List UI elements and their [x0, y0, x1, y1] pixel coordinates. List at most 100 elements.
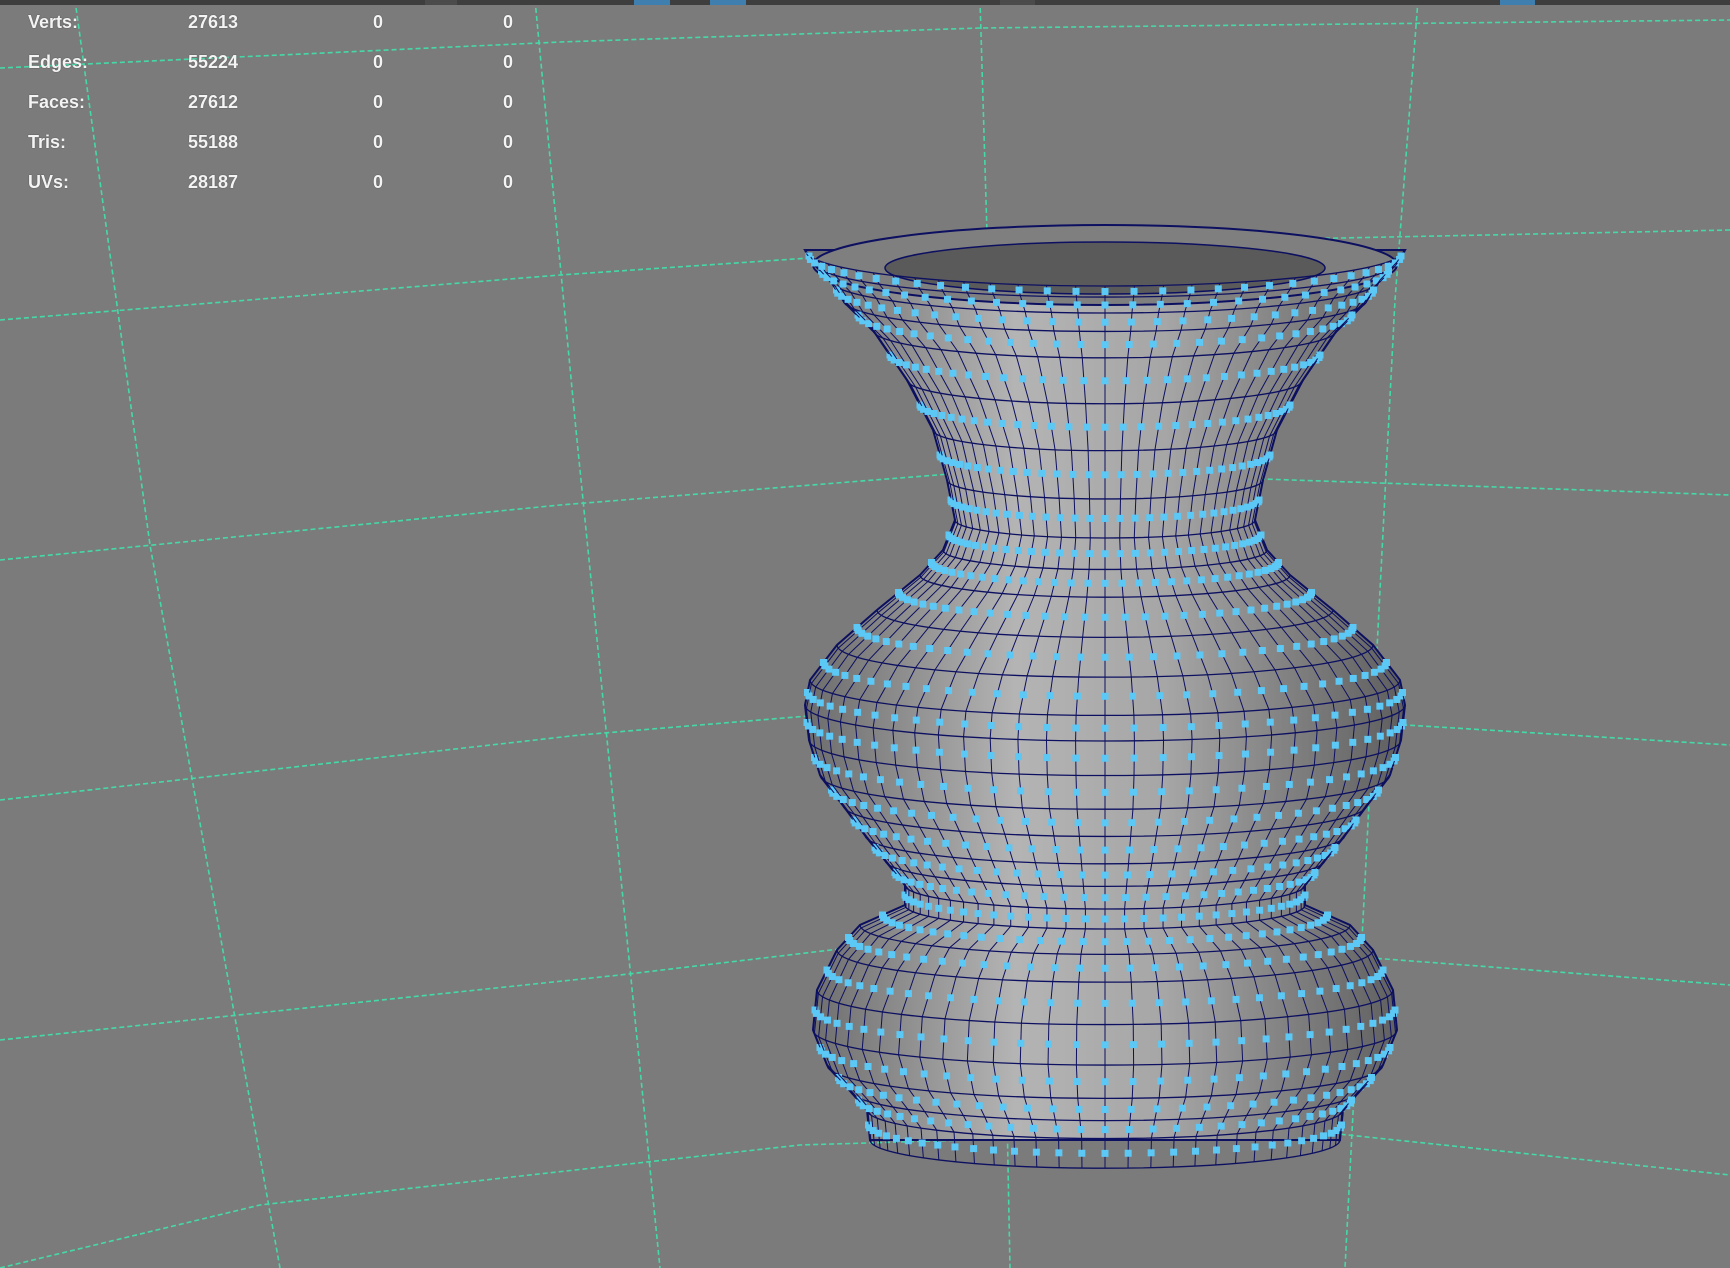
vertex-marker: [1193, 467, 1201, 475]
vertex-marker: [1206, 466, 1214, 474]
grid-line: [534, 0, 661, 1268]
vertex-marker: [1127, 1105, 1135, 1113]
vertex-marker: [1230, 815, 1238, 823]
vertex-marker: [993, 868, 1001, 876]
vertex-marker: [1059, 376, 1067, 384]
vertex-marker: [1159, 914, 1167, 922]
hud-label: Verts:: [28, 12, 79, 32]
vase-mesh[interactable]: [803, 224, 1407, 1169]
vertex-marker: [832, 668, 840, 676]
3d-viewport[interactable]: Verts: 27613 0 0 Edges: 55224 0 0 Faces:…: [0, 0, 1730, 1268]
vertex-marker: [895, 640, 903, 648]
vertex-marker: [825, 665, 833, 673]
vertex-marker: [987, 752, 995, 760]
vertex-marker: [919, 600, 927, 608]
vertex-marker: [1330, 635, 1338, 643]
vertex-marker: [951, 1143, 959, 1151]
vertex-marker: [1015, 723, 1023, 731]
vertex-marker: [948, 568, 956, 576]
vertex-marker: [911, 309, 919, 317]
vertex-marker: [1217, 337, 1225, 345]
vertex-marker: [1044, 788, 1052, 796]
vertex-marker: [1285, 1033, 1293, 1041]
vertex-marker: [996, 935, 1004, 943]
vertex-marker: [1014, 753, 1022, 761]
vertex-marker: [970, 995, 978, 1003]
vertex-marker: [1055, 1149, 1063, 1157]
vertex-marker: [1185, 787, 1193, 795]
vertex-marker: [823, 1016, 831, 1024]
vertex-marker: [1039, 376, 1047, 384]
vertex-marker: [871, 711, 879, 719]
vertex-marker: [1348, 311, 1356, 319]
hud-label: Tris:: [28, 132, 67, 152]
vertex-marker: [1277, 992, 1285, 1000]
vertex-marker: [1342, 1025, 1350, 1033]
vertex-marker: [1374, 266, 1382, 274]
vertex-marker: [1277, 902, 1285, 910]
vertex-marker: [1101, 341, 1109, 349]
vertex-marker: [1101, 1078, 1109, 1086]
vertex-marker: [938, 411, 946, 419]
vertex-marker: [964, 1121, 972, 1129]
vertex-marker: [965, 371, 973, 379]
vertex-marker: [959, 503, 967, 511]
vertex-marker: [964, 462, 972, 470]
vertex-marker: [1285, 780, 1293, 788]
vertex-marker: [1225, 933, 1233, 941]
vertex-marker: [1174, 512, 1182, 520]
vertex-marker: [904, 1137, 912, 1145]
vertex-marker: [872, 635, 880, 643]
vertex-marker: [1038, 469, 1046, 477]
vertex-marker: [1266, 451, 1274, 459]
vertex-marker: [930, 409, 938, 417]
vertex-marker: [1036, 937, 1044, 945]
vertex-marker: [1210, 1075, 1218, 1083]
vertex-marker: [1032, 1148, 1040, 1156]
vertex-marker: [1158, 788, 1166, 796]
vertex-marker: [1319, 680, 1327, 688]
vertex-marker: [1101, 964, 1109, 972]
vertex-marker: [1022, 817, 1030, 825]
vertex-marker: [1071, 514, 1079, 522]
vertex-marker: [1043, 914, 1051, 922]
vertex-marker: [1045, 1077, 1053, 1085]
vertex-marker: [1198, 610, 1206, 618]
vertex-marker: [1247, 606, 1255, 614]
vertex-marker: [1263, 884, 1271, 892]
vertex-marker: [1131, 549, 1139, 557]
vertex-marker: [1275, 559, 1282, 566]
vertex-marker: [1369, 1019, 1377, 1027]
vertex-marker: [1101, 653, 1109, 661]
vertex-marker: [960, 908, 968, 916]
vertex-marker: [1206, 816, 1214, 824]
vertex-marker: [1129, 1041, 1137, 1049]
vertex-marker: [1072, 724, 1080, 732]
grid-line: [0, 469, 1730, 561]
vertex-marker: [1101, 938, 1109, 946]
hud-highlighted: 0: [503, 52, 514, 72]
vertex-marker: [1352, 816, 1360, 824]
vertex-marker: [1125, 340, 1133, 348]
vertex-marker: [935, 748, 943, 756]
vertex-marker: [1266, 718, 1274, 726]
vertex-marker: [823, 764, 831, 772]
vertex-marker: [1250, 313, 1258, 321]
vertex-marker: [970, 417, 978, 425]
vertex-marker: [869, 828, 877, 836]
vertex-marker: [1043, 754, 1051, 762]
vertex-marker: [1144, 937, 1152, 945]
vertex-marker: [838, 735, 846, 743]
vertex-marker: [1126, 846, 1134, 854]
vertex-marker: [1312, 807, 1320, 815]
vertex-marker: [895, 1094, 903, 1102]
vertex-marker: [1086, 514, 1094, 522]
vertex-marker: [1009, 467, 1017, 475]
vertex-marker: [1212, 1146, 1220, 1154]
vertex-marker: [1238, 336, 1246, 344]
vertex-marker: [1280, 685, 1288, 693]
vertex-marker: [1151, 578, 1159, 586]
vertex-marker: [1053, 653, 1061, 661]
vertex-marker: [817, 1013, 825, 1021]
vertex-marker: [1370, 668, 1378, 676]
